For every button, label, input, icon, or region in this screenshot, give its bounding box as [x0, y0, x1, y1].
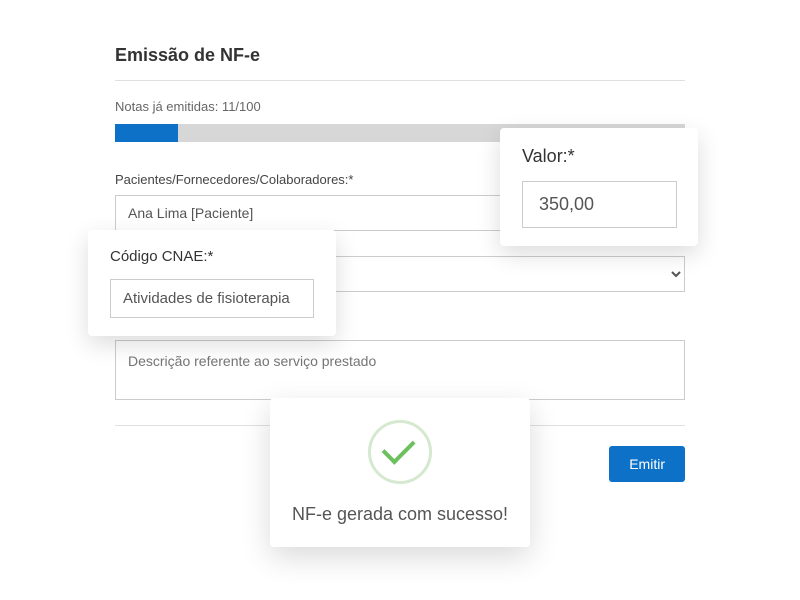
success-toast: NF-e gerada com sucesso! [270, 398, 530, 547]
cnae-label: Código CNAE:* [110, 248, 314, 265]
cnae-card: Código CNAE:* Atividades de fisioterapia [88, 230, 336, 336]
quota-progress-fill [115, 124, 178, 142]
success-check-icon [368, 420, 432, 484]
check-mark-icon [382, 431, 416, 465]
page-title: Emissão de NF-e [115, 45, 685, 81]
quota-label: Notas já emitidas: 11/100 [115, 99, 685, 114]
cnae-input[interactable]: Atividades de fisioterapia [110, 279, 314, 318]
success-message: NF-e gerada com sucesso! [290, 504, 510, 525]
valor-input[interactable]: 350,00 [522, 181, 677, 228]
valor-card: Valor:* 350,00 [500, 128, 698, 246]
valor-label: Valor:* [522, 146, 676, 167]
emitir-button[interactable]: Emitir [609, 446, 685, 482]
descricao-textarea[interactable] [115, 340, 685, 400]
